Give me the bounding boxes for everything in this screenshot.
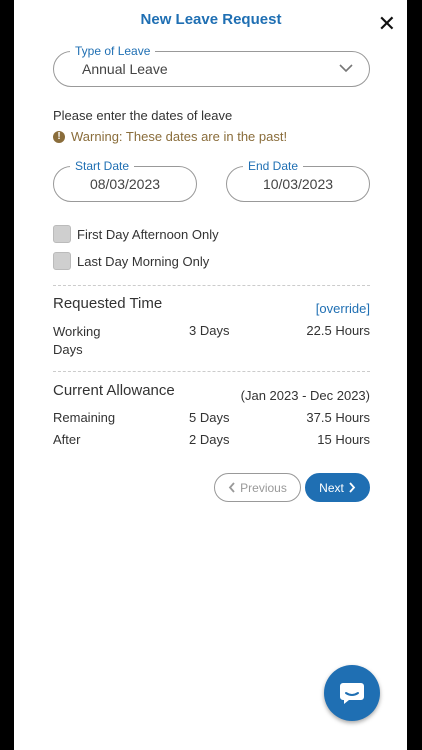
start-date-legend: Start Date — [70, 159, 135, 173]
divider — [53, 285, 370, 286]
current-allowance-heading: Current Allowance — [53, 382, 175, 399]
date-warning: ! Warning: These dates are in the past! — [53, 129, 287, 144]
first-day-afternoon-label: First Day Afternoon Only — [77, 226, 219, 242]
end-date-value: 10/03/2023 — [262, 176, 334, 192]
chat-icon — [340, 683, 364, 704]
last-day-morning-checkbox[interactable]: Last Day Morning Only — [53, 252, 209, 270]
end-date-field[interactable]: End Date 10/03/2023 — [226, 159, 370, 202]
dates-prompt: Please enter the dates of leave — [53, 108, 233, 123]
previous-label: Previous — [240, 480, 287, 495]
leave-type-legend: Type of Leave — [70, 44, 156, 58]
requested-days: 3 Days — [189, 323, 230, 338]
working-days-label: Working Days — [53, 323, 100, 359]
leave-type-select[interactable]: Type of Leave Annual Leave — [53, 44, 370, 87]
end-date-legend: End Date — [243, 159, 304, 173]
next-label: Next — [319, 480, 344, 495]
page-title: New Leave Request — [140, 11, 282, 28]
after-hours: 15 Hours — [317, 432, 370, 447]
override-link[interactable]: [override] — [316, 301, 370, 316]
after-label: After — [53, 432, 81, 447]
leave-type-value: Annual Leave — [82, 61, 168, 77]
warning-icon: ! — [53, 130, 65, 143]
checkbox-box[interactable] — [53, 225, 71, 243]
next-button[interactable]: Next — [305, 473, 370, 502]
chevron-left-icon — [228, 482, 235, 493]
requested-hours: 22.5 Hours — [306, 323, 370, 338]
remaining-hours: 37.5 Hours — [306, 410, 370, 425]
remaining-days: 5 Days — [189, 410, 230, 425]
first-day-afternoon-checkbox[interactable]: First Day Afternoon Only — [53, 225, 219, 243]
previous-button[interactable]: Previous — [214, 473, 301, 502]
start-date-value: 08/03/2023 — [89, 176, 161, 192]
last-day-morning-label: Last Day Morning Only — [77, 253, 210, 269]
working-days-label-line1: Working — [53, 324, 101, 339]
close-icon[interactable]: ✕ — [378, 13, 396, 35]
requested-time-heading: Requested Time — [53, 295, 163, 312]
chevron-right-icon — [349, 482, 356, 493]
after-days: 2 Days — [189, 432, 230, 447]
allowance-period: (Jan 2023 - Dec 2023) — [240, 388, 370, 403]
warning-text: Warning: These dates are in the past! — [71, 129, 288, 144]
chevron-down-icon — [339, 64, 353, 73]
remaining-label: Remaining — [53, 410, 116, 425]
checkbox-box[interactable] — [53, 252, 71, 270]
chat-button[interactable] — [324, 665, 380, 721]
divider — [53, 371, 370, 372]
start-date-field[interactable]: Start Date 08/03/2023 — [53, 159, 197, 202]
working-days-label-line2: Days — [53, 342, 83, 357]
